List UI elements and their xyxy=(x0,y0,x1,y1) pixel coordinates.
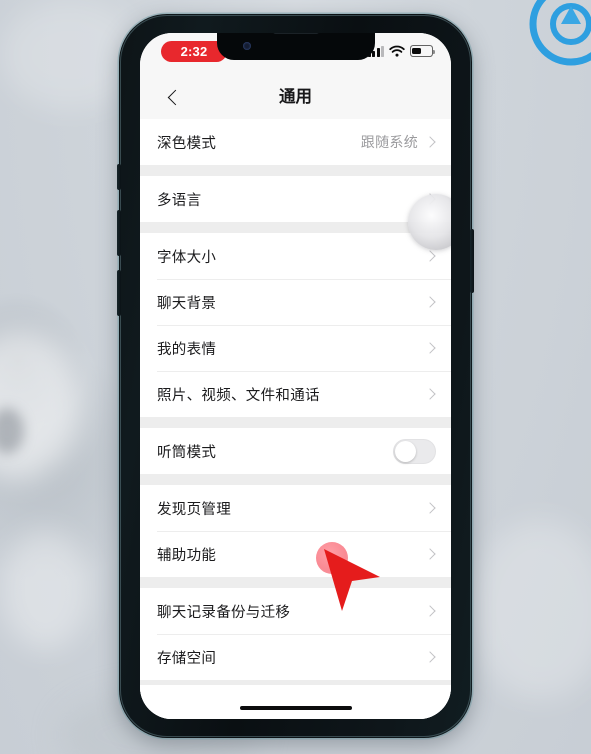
row-label: 照片、视频、文件和通话 xyxy=(157,387,320,404)
earpiece-speaker xyxy=(272,33,319,34)
settings-row-dark-mode[interactable]: 深色模式 跟随系统 xyxy=(140,119,451,165)
settings-group-chat: 字体大小 聊天背景 我的表情 照片、视频、文件和通话 xyxy=(140,233,451,417)
settings-row-chat-backup-migration[interactable]: 聊天记录备份与迁移 xyxy=(140,588,451,634)
settings-group-appearance: 深色模式 跟随系统 xyxy=(140,119,451,165)
chevron-right-icon xyxy=(424,548,436,560)
volume-down-button[interactable] xyxy=(117,270,121,316)
chevron-right-icon xyxy=(424,342,436,354)
settings-row-font-size[interactable]: 字体大小 xyxy=(140,233,451,279)
settings-group-features: 发现页管理 辅助功能 xyxy=(140,485,451,577)
display-notch xyxy=(216,33,375,60)
status-bar-icons xyxy=(367,45,436,57)
settings-row-my-stickers[interactable]: 我的表情 xyxy=(140,325,451,371)
settings-list[interactable]: 深色模式 跟随系统 多语言 字体大小 聊天背景 我的表情 照片、视频、文件和通话… xyxy=(140,119,451,719)
navigation-bar: 通用 xyxy=(140,75,451,119)
row-label: 听筒模式 xyxy=(157,444,217,461)
chevron-right-icon xyxy=(424,136,436,148)
section-gap xyxy=(140,417,451,428)
settings-row-receiver-mode[interactable]: 听筒模式 xyxy=(140,428,451,474)
wifi-icon xyxy=(389,45,405,57)
settings-group-audio: 听筒模式 xyxy=(140,428,451,474)
row-label: 字体大小 xyxy=(157,249,217,266)
phone-device-frame: 2:32 通用 深色模式 跟随系统 多语言 字体大小 聊天背景 我的表情 照片、… xyxy=(117,14,474,738)
section-gap xyxy=(140,577,451,588)
background-desk-object-right xyxy=(470,520,591,700)
row-label: 深色模式 xyxy=(157,135,217,152)
chevron-right-icon xyxy=(424,296,436,308)
background-desk-object-lower-left xyxy=(0,530,90,650)
blue-ring-logo-icon xyxy=(529,0,591,66)
background-desk-speck xyxy=(0,408,24,454)
front-camera-icon xyxy=(242,42,251,50)
settings-row-discover-management[interactable]: 发现页管理 xyxy=(140,485,451,531)
battery-icon xyxy=(410,45,436,57)
row-label: 存储空间 xyxy=(157,650,217,667)
section-gap xyxy=(140,222,451,233)
volume-up-button[interactable] xyxy=(117,210,121,256)
settings-row-photos-videos-files-calls[interactable]: 照片、视频、文件和通话 xyxy=(140,371,451,417)
settings-row-chat-background[interactable]: 聊天背景 xyxy=(140,279,451,325)
mute-switch-button[interactable] xyxy=(117,164,121,190)
chevron-right-icon xyxy=(424,193,436,205)
receiver-mode-toggle[interactable] xyxy=(393,438,436,464)
page-title: 通用 xyxy=(279,88,312,106)
section-gap xyxy=(140,165,451,176)
phone-screen: 2:32 通用 深色模式 跟随系统 多语言 字体大小 聊天背景 我的表情 照片、… xyxy=(140,33,451,719)
chevron-right-icon xyxy=(424,651,436,663)
row-label: 发现页管理 xyxy=(157,501,231,518)
row-label: 聊天背景 xyxy=(157,295,217,312)
toggle-knob xyxy=(395,440,416,462)
row-label: 辅助功能 xyxy=(157,547,217,564)
settings-group-storage: 聊天记录备份与迁移 存储空间 xyxy=(140,588,451,680)
screenshot-scene: 2:32 通用 深色模式 跟随系统 多语言 字体大小 聊天背景 我的表情 照片、… xyxy=(0,0,591,754)
background-desk-object-left xyxy=(0,330,80,480)
chevron-right-icon xyxy=(424,250,436,262)
settings-row-accessibility[interactable]: 辅助功能 xyxy=(140,531,451,577)
chevron-right-icon xyxy=(424,502,436,514)
home-indicator-area xyxy=(140,685,451,719)
chevron-right-icon xyxy=(424,605,436,617)
chevron-right-icon xyxy=(424,388,436,400)
row-label: 我的表情 xyxy=(157,341,217,358)
section-gap xyxy=(140,474,451,485)
row-label: 聊天记录备份与迁移 xyxy=(157,604,291,621)
settings-row-storage-space[interactable]: 存储空间 xyxy=(140,634,451,680)
home-indicator[interactable] xyxy=(239,705,352,710)
power-button[interactable] xyxy=(470,229,474,293)
row-value: 跟随系统 xyxy=(360,134,418,150)
row-label: 多语言 xyxy=(157,192,202,209)
settings-row-multi-language[interactable]: 多语言 xyxy=(140,176,451,222)
settings-group-language: 多语言 xyxy=(140,176,451,222)
